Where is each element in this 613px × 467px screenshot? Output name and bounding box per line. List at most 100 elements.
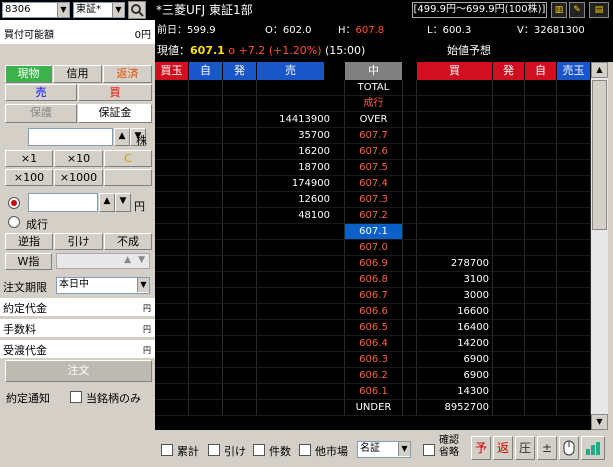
price-up-button[interactable]: ▲ <box>99 193 115 212</box>
stock-code-input[interactable]: 8306 ▼ <box>2 2 70 18</box>
chevron-down-icon[interactable]: ▼ <box>398 442 410 456</box>
kaidama-cell <box>155 208 189 224</box>
funari-button[interactable]: 不成 <box>104 233 152 250</box>
table-row[interactable]: 607.1 <box>155 224 591 240</box>
tashijo-checkbox[interactable] <box>299 444 311 456</box>
prev-close: 前日：599.9 <box>157 23 216 39</box>
gyakusashi-button[interactable]: 逆指 <box>5 233 53 250</box>
table-row[interactable]: TOTAL <box>155 80 591 96</box>
tab-shinyo[interactable]: 信用 <box>53 65 102 83</box>
table-row[interactable]: 35700 607.7 <box>155 128 591 144</box>
chevron-down-icon[interactable]: ▼ <box>57 3 69 17</box>
sell-qty-cell <box>257 384 345 400</box>
table-row[interactable]: 606.5 16400 <box>155 320 591 336</box>
table-row[interactable]: 14413900 OVER <box>155 112 591 128</box>
mouse-button[interactable] <box>559 436 579 460</box>
henkou-button[interactable]: 返 <box>493 436 513 460</box>
hoshokin-button[interactable]: 保証金 <box>78 104 152 123</box>
mult-x10-button[interactable]: ×10 <box>54 150 103 167</box>
uridama-cell <box>557 160 591 176</box>
cur-mark: o <box>228 44 236 57</box>
table-row[interactable]: 48100 607.2 <box>155 208 591 224</box>
scroll-down-arrow-icon[interactable]: ▼ <box>591 414 608 430</box>
table-row[interactable]: 16200 607.6 <box>155 144 591 160</box>
table-row[interactable]: 18700 607.5 <box>155 160 591 176</box>
atsu-button[interactable]: 圧 <box>515 436 535 460</box>
price-cell: 607.6 <box>345 144 403 160</box>
this-only-checkbox[interactable] <box>70 391 82 403</box>
price-cell: OVER <box>345 112 403 128</box>
table-row[interactable]: UNDER 8952700 <box>155 400 591 416</box>
uridama-cell <box>557 224 591 240</box>
clear-button[interactable]: C <box>104 150 152 167</box>
ji_b-cell <box>525 256 557 272</box>
scroll-thumb[interactable] <box>592 80 607 230</box>
confirm-skip-checkbox[interactable] <box>423 444 435 456</box>
uridama-cell <box>557 144 591 160</box>
yoyaku-button[interactable]: 予 <box>471 436 491 460</box>
stock-code-value: 8306 <box>5 4 31 15</box>
table-row[interactable]: 607.0 <box>155 240 591 256</box>
hatsu_s-cell <box>223 256 257 272</box>
w-sashi-button[interactable]: W指 <box>5 253 52 270</box>
table-row[interactable]: 606.6 16600 <box>155 304 591 320</box>
market-order-radio[interactable] <box>8 216 20 228</box>
shoryaku-text: 省略 <box>439 447 459 458</box>
table-row[interactable]: 606.8 3100 <box>155 272 591 288</box>
price-cell: 607.1 <box>345 224 403 240</box>
chart-button[interactable] <box>581 436 605 460</box>
kensu-checkbox[interactable] <box>253 444 265 456</box>
table-row[interactable]: 606.4 14200 <box>155 336 591 352</box>
tab-hensai[interactable]: 返済 <box>103 65 152 83</box>
hogo-button[interactable]: 保護 <box>5 104 77 123</box>
order-button[interactable]: 注文 <box>5 360 152 382</box>
scroll-up-arrow-icon[interactable]: ▲ <box>591 62 608 78</box>
hike-button[interactable]: 引け <box>54 233 103 250</box>
market-select[interactable]: 東証* ▼ <box>73 2 125 18</box>
sell-button[interactable]: 売 <box>5 84 77 101</box>
chevron-down-icon[interactable]: ▼ <box>137 278 149 292</box>
table-row[interactable]: 606.3 6900 <box>155 352 591 368</box>
table-row[interactable]: 606.1 14300 <box>155 384 591 400</box>
price-input[interactable] <box>28 193 98 212</box>
table-row[interactable]: 606.7 3000 <box>155 288 591 304</box>
plusminus-button[interactable]: ± <box>537 436 557 460</box>
mult-x1000-button[interactable]: ×1000 <box>54 169 103 186</box>
search-button[interactable] <box>128 1 146 19</box>
cur-label: 現値： <box>157 44 190 57</box>
table-row[interactable]: 606.9 278700 <box>155 256 591 272</box>
scrollbar[interactable]: ▲ ▼ <box>591 62 608 430</box>
yoyaku-icon: 予 <box>474 441 487 455</box>
note-icon[interactable]: ▤ <box>589 2 609 18</box>
w-sashi-input[interactable]: ▲ ▼ <box>56 253 150 269</box>
chart-icon[interactable]: ▥ <box>551 2 567 18</box>
period-select[interactable]: 本日中 ▼ <box>56 277 150 294</box>
table-row[interactable]: 606.2 6900 <box>155 368 591 384</box>
uridama-cell <box>557 320 591 336</box>
low-value: 600.3 <box>442 25 472 36</box>
hike-checkbox[interactable] <box>208 444 220 456</box>
chevron-down-icon[interactable]: ▼ <box>112 3 124 17</box>
qty-up-button[interactable]: ▲ <box>114 128 130 146</box>
table-row[interactable]: 12600 607.3 <box>155 192 591 208</box>
buy-button[interactable]: 買 <box>78 84 152 101</box>
other-market-select[interactable]: 名証 ▼ <box>357 441 411 458</box>
limit-radio[interactable] <box>8 197 20 209</box>
table-row[interactable]: 成行 <box>155 96 591 112</box>
price-down-button[interactable]: ▼ <box>115 193 131 212</box>
tab-genbutsu[interactable]: 現物 <box>5 65 52 83</box>
ukewatashi-row: 受渡代金 円 <box>0 340 155 358</box>
ji_b-cell <box>525 384 557 400</box>
table-row[interactable]: 174900 607.4 <box>155 176 591 192</box>
hatsu_s-cell <box>223 272 257 288</box>
quantity-input[interactable] <box>28 128 113 146</box>
buy-qty-cell <box>417 128 493 144</box>
mult-empty-button[interactable] <box>104 169 152 186</box>
ruikei-checkbox[interactable] <box>161 444 173 456</box>
price-cell: 606.5 <box>345 320 403 336</box>
ji_b-cell <box>525 112 557 128</box>
mult-x1-button[interactable]: ×1 <box>5 150 53 167</box>
wrench-icon[interactable]: ✎ <box>569 2 585 18</box>
mult-x100-button[interactable]: ×100 <box>5 169 53 186</box>
uridama-cell <box>557 256 591 272</box>
